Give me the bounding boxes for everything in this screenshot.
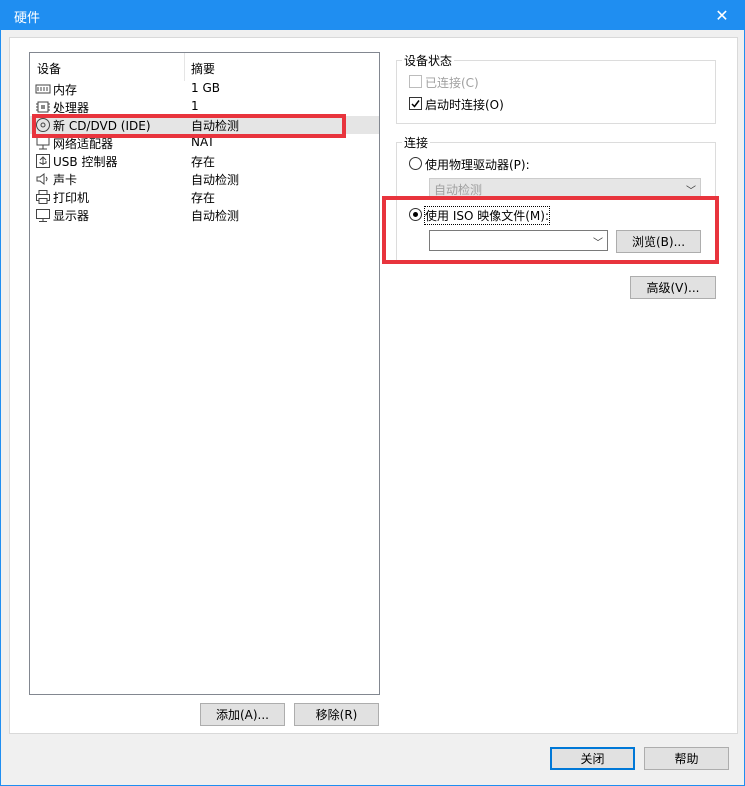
remove-button[interactable]: 移除(R): [294, 703, 379, 726]
summary-column-header[interactable]: 摘要: [191, 60, 215, 77]
device-summary: NAT: [191, 135, 215, 149]
device-row-printer[interactable]: 打印机 存在: [30, 188, 379, 206]
device-row-usb[interactable]: USB 控制器 存在: [30, 152, 379, 170]
connection-title: 连接: [402, 134, 431, 151]
physical-drive-value: 自动检测: [434, 183, 483, 197]
browse-button[interactable]: 浏览(B)...: [616, 230, 701, 253]
device-summary: 自动检测: [191, 209, 240, 223]
device-name: 内存: [53, 83, 78, 97]
physical-drive-select[interactable]: 自动检测 ﹀: [429, 178, 701, 198]
device-row-memory[interactable]: 内存 1 GB: [30, 80, 379, 98]
window-title: 硬件: [14, 11, 41, 26]
device-row-cd-dvd[interactable]: 新 CD/DVD (IDE) 自动检测: [30, 116, 379, 134]
sound-card-icon: [35, 171, 51, 187]
printer-icon: [35, 189, 51, 205]
iso-image-radio[interactable]: [409, 208, 422, 221]
device-row-processor[interactable]: 处理器 1: [30, 98, 379, 116]
device-column-header[interactable]: 设备: [37, 60, 61, 77]
column-divider: [184, 53, 185, 81]
chevron-down-icon: ﹀: [686, 186, 696, 197]
iso-image-label: 使用 ISO 映像文件(M):: [424, 206, 550, 225]
iso-path-combo[interactable]: ﹀: [429, 230, 608, 251]
display-icon: [35, 207, 51, 223]
checkmark-icon: [411, 100, 420, 108]
device-status-title: 设备状态: [402, 52, 455, 69]
processor-icon: [35, 99, 51, 115]
device-list-header: 设备 摘要: [30, 53, 379, 81]
device-name: 显示器: [53, 209, 90, 223]
usb-controller-icon: [35, 153, 51, 169]
device-summary: 自动检测: [191, 173, 240, 187]
memory-icon: [35, 81, 51, 97]
device-name: 处理器: [53, 101, 90, 115]
network-adapter-icon: [35, 135, 51, 151]
close-button[interactable]: 关闭: [550, 747, 635, 770]
device-status-group: [396, 60, 716, 124]
physical-drive-label: 使用物理驱动器(P):: [425, 158, 530, 172]
device-name: 打印机: [53, 191, 90, 205]
advanced-button[interactable]: 高级(V)...: [630, 276, 716, 299]
connected-checkbox[interactable]: [409, 75, 422, 88]
device-name: 网络适配器: [53, 137, 114, 151]
device-name: 新 CD/DVD (IDE): [53, 119, 151, 133]
device-summary: 1: [191, 99, 199, 113]
connected-label: 已连接(C): [425, 76, 479, 90]
device-name: USB 控制器: [53, 155, 118, 169]
device-row-sound[interactable]: 声卡 自动检测: [30, 170, 379, 188]
device-summary: 自动检测: [191, 119, 240, 133]
device-row-network[interactable]: 网络适配器 NAT: [30, 134, 379, 152]
device-summary: 存在: [191, 155, 216, 169]
add-button[interactable]: 添加(A)...: [200, 703, 285, 726]
device-row-display[interactable]: 显示器 自动检测: [30, 206, 379, 224]
device-summary: 1 GB: [191, 81, 220, 95]
cd-dvd-icon: [35, 117, 51, 133]
connect-on-power-label: 启动时连接(O): [425, 98, 504, 112]
physical-drive-radio[interactable]: [409, 157, 422, 170]
device-list[interactable]: 设备 摘要 内存 1 GB 处理器 1 新 CD/DVD (IDE) 自动检测 …: [29, 52, 380, 695]
close-icon[interactable]: ✕: [699, 0, 745, 30]
connect-on-power-checkbox[interactable]: [409, 97, 422, 110]
device-summary: 存在: [191, 191, 216, 205]
device-name: 声卡: [53, 173, 78, 187]
title-bar: 硬件 ✕: [0, 0, 745, 30]
help-button[interactable]: 帮助: [644, 747, 729, 770]
chevron-down-icon[interactable]: ﹀: [593, 234, 603, 249]
